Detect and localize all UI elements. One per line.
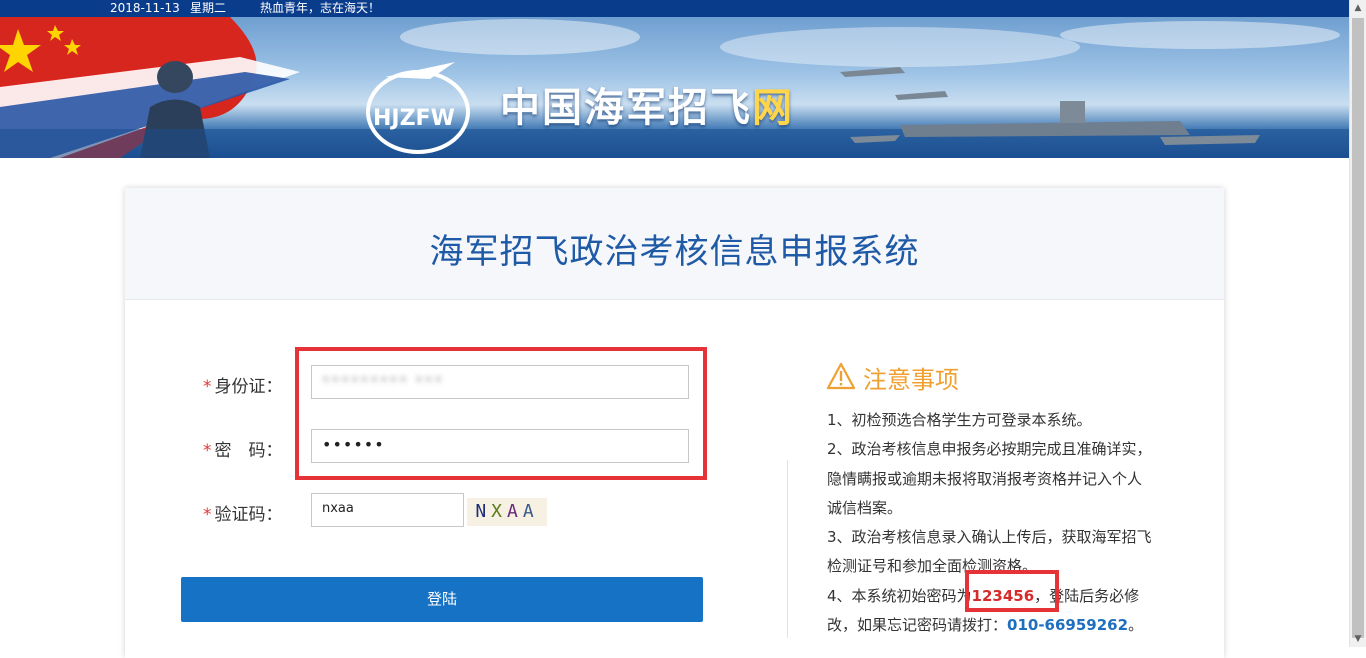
site-logo-text: 中国海军招飞网	[500, 75, 794, 133]
notice-line-7-prefix: 4、本系统初始密码为	[827, 587, 972, 605]
date-text: 2018-11-13	[110, 1, 180, 15]
login-button[interactable]: 登陆	[181, 577, 703, 622]
scroll-down-icon[interactable]: ▼	[1350, 631, 1366, 647]
header-banner: HJZFW 中国海军招飞网	[0, 17, 1349, 158]
notice-line-8-prefix: 改，如果忘记密码请拨打：	[827, 616, 1008, 634]
notice-line-8: 改，如果忘记密码请拨打：010-66959262。	[827, 614, 1143, 635]
card-header: 海军招飞政治考核信息申报系统	[125, 188, 1224, 300]
captcha-label: * 验证码：	[203, 500, 283, 525]
logo-main-text: 中国海军招飞	[500, 85, 752, 131]
captcha-char: A	[522, 501, 539, 522]
required-mark: *	[203, 505, 212, 525]
support-phone-number: 010-66959262	[1007, 616, 1129, 634]
required-mark: *	[203, 441, 212, 461]
svg-text:HJZFW: HJZFW	[373, 106, 455, 131]
scroll-up-icon[interactable]: ▲	[1350, 0, 1366, 16]
captcha-input-value: nxaa	[322, 501, 354, 516]
notice-title: 注意事项	[863, 366, 959, 394]
warning-icon	[826, 362, 856, 390]
captcha-char: X	[491, 501, 507, 522]
notice-line-2: 2、政治考核信息申报务必按期完成且准确详实，	[827, 440, 1152, 458]
section-divider	[787, 460, 788, 638]
notice-line-8-suffix: 。	[1128, 616, 1144, 634]
id-label: * 身份证：	[203, 372, 283, 397]
captcha-input[interactable]: nxaa	[311, 493, 464, 527]
notice-line-5: 3、政治考核信息录入确认上传后，获取海军招飞	[827, 528, 1152, 546]
top-info-bar: 2018-11-13 星期二 热血青年，志在海天！	[0, 0, 1349, 17]
password-label: * 密 码：	[203, 436, 283, 461]
slogan-text: 热血青年，志在海天！	[260, 1, 381, 15]
captcha-label-text: 验证码：	[214, 505, 283, 525]
page-title: 海军招飞政治考核信息申报系统	[429, 232, 920, 272]
password-label-text: 密 码：	[214, 441, 283, 461]
required-mark: *	[203, 377, 212, 397]
notice-line-1: 1、初检预选合格学生方可登录本系统。	[827, 411, 1092, 429]
credentials-highlight-box	[295, 347, 707, 480]
notice-line-4: 诚信档案。	[827, 499, 903, 517]
captcha-char: A	[507, 501, 523, 522]
weekday-text: 星期二	[190, 1, 227, 15]
password-highlight-box	[965, 570, 1059, 612]
id-label-text: 身份证：	[214, 377, 283, 397]
notice-line-3: 隐情瞒报或逾期未报将取消报考资格并记入个人	[827, 470, 1143, 488]
captcha-image[interactable]: NXAA	[467, 498, 547, 526]
logo-highlight-text: 网	[752, 85, 794, 131]
captcha-char: N	[475, 501, 492, 522]
scrollbar-thumb[interactable]	[1352, 18, 1364, 638]
page-scrollbar[interactable]: ▲ ▼	[1349, 0, 1366, 647]
